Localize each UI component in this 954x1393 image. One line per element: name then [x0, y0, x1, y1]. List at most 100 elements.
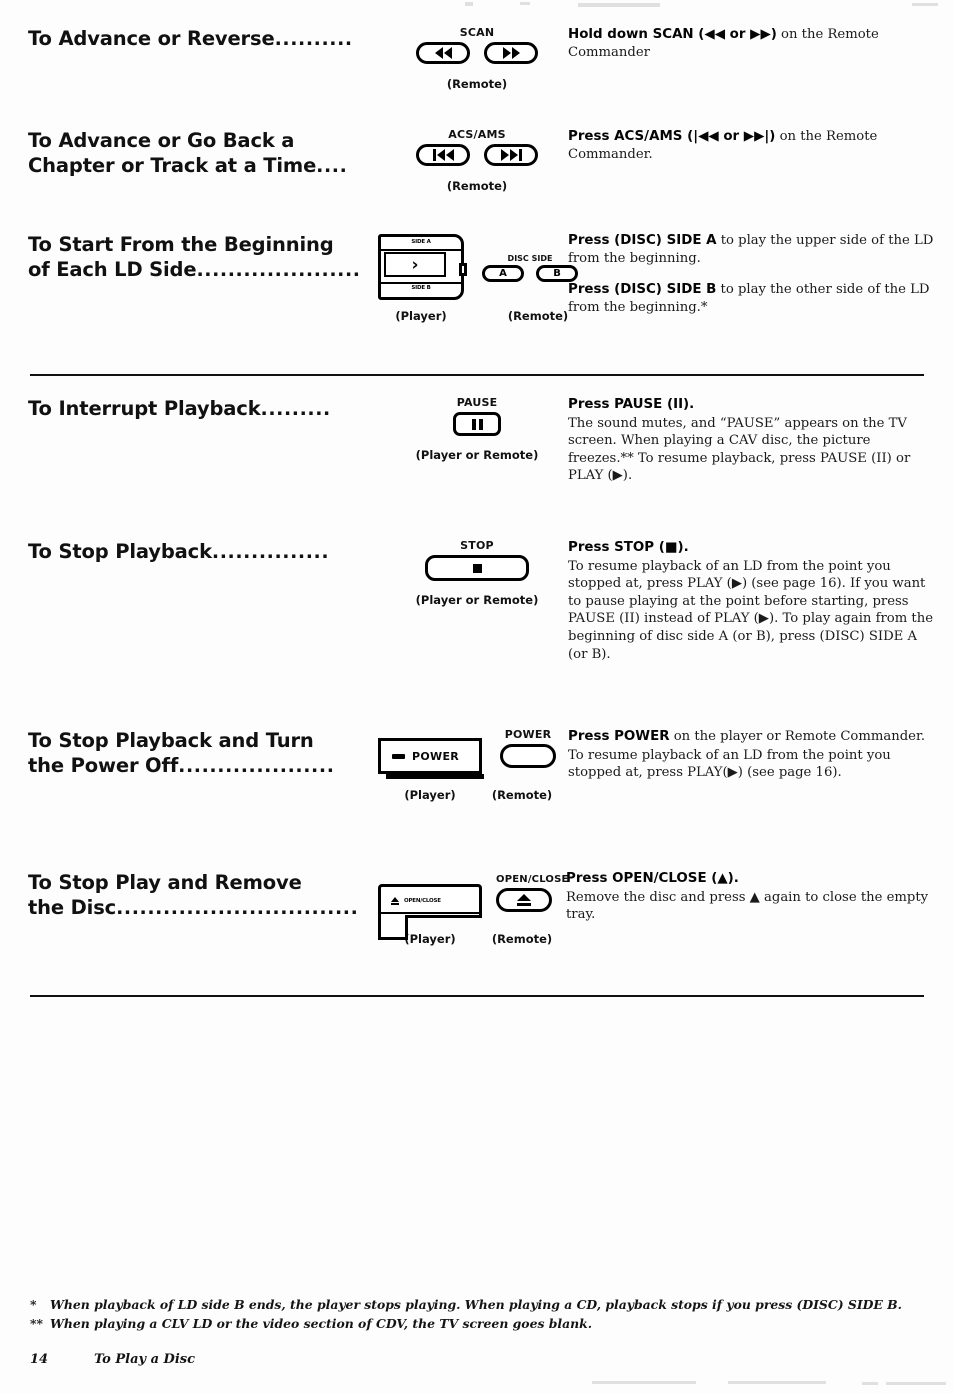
heading-line-1: To Stop Playback and Turn [28, 729, 314, 752]
footnote-marker: ** [30, 1316, 43, 1331]
heading-line-1: To Advance or Go Back a [28, 129, 295, 152]
control-illustration: ACS/AMS (Remote) [372, 128, 564, 193]
section-divider [30, 995, 924, 997]
heading-line-2: the Disc [28, 896, 117, 919]
previous-icon [436, 149, 445, 161]
instruction-paragraph: Press (DISC) SIDE B to play the other si… [568, 281, 940, 316]
player-open-close-label: OPEN/CLOSE [404, 898, 441, 904]
player-power-button[interactable]: POWER [378, 738, 484, 779]
section-heading: To Stop Playback............... [28, 539, 388, 565]
control-label: ACS/AMS [448, 128, 506, 141]
control-illustration: SCAN (Remote) [372, 26, 564, 91]
pause-icon [471, 418, 483, 430]
pause-button[interactable] [453, 412, 501, 436]
section-body: Press POWER on the player or Remote Comm… [568, 728, 940, 782]
scan-artifact [862, 1382, 878, 1385]
fast-forward-icon [511, 47, 520, 59]
page-number: 14 [30, 1352, 49, 1367]
ld-player-illustration: SIDE A › SIDE B [378, 234, 467, 300]
instruction-paragraph: The sound mutes, and “PAUSE” appears on … [568, 415, 911, 484]
running-title: To Play a Disc [94, 1352, 195, 1367]
instruction-paragraph: Hold down SCAN (◀◀ or ▶▶) on the Remote … [568, 26, 940, 61]
instruction-heading: Press PAUSE (II). [568, 396, 940, 414]
control-label: SCAN [459, 26, 495, 39]
control-label: OPEN/CLOSE [496, 874, 569, 885]
source-caption: (Player or Remote) [415, 448, 539, 462]
dot-leader: ......... [260, 398, 331, 420]
control-illustration: OPEN/CLOSE OPEN/CLOSE (Player) (Remote) [378, 870, 568, 946]
scan-forward-button[interactable] [484, 42, 538, 64]
scan-artifact [578, 3, 660, 7]
instruction-paragraph: Remove the disc and press ▲ again to clo… [566, 889, 929, 923]
player-power-label: POWER [412, 749, 460, 763]
eject-icon [517, 894, 531, 906]
dot-leader: ............... [211, 541, 330, 563]
heading-line-2: the Power Off [28, 754, 179, 777]
power-dash-icon [392, 753, 405, 759]
player-open-close-illustration: OPEN/CLOSE [378, 884, 482, 940]
source-caption-remote: (Remote) [491, 932, 553, 946]
dot-leader: .................... [178, 755, 335, 777]
instruction-paragraph: Press (DISC) SIDE A to play the upper si… [568, 232, 940, 267]
section-heading: To Start From the Beginning of Each LD S… [28, 232, 388, 283]
footnote-marker: * [30, 1297, 37, 1312]
section-heading: To Interrupt Playback......... [28, 396, 388, 422]
instruction-lead: Hold down SCAN (◀◀ or ▶▶) [568, 27, 777, 42]
instruction-lead: Press ACS/AMS (|◀◀ or ▶▶|) [568, 129, 776, 144]
footnote-text: When playing a CLV LD or the video secti… [50, 1316, 593, 1331]
remote-open-close-button[interactable] [496, 888, 552, 912]
player-foot [378, 915, 408, 940]
heading-text: To Advance or Reverse [28, 27, 275, 50]
source-caption: (Remote) [446, 179, 508, 193]
heading-text: To Stop Playback [28, 540, 212, 563]
instruction-lead: Press POWER [568, 729, 670, 744]
stop-button[interactable] [425, 555, 529, 581]
control-label: DISC SIDE [507, 254, 553, 263]
dot-leader: ..................... [196, 259, 361, 281]
instruction-paragraph: To resume playback of an LD from the poi… [568, 747, 891, 781]
player-knob [459, 263, 467, 276]
instruction-rest: on the player or Remote Commander. [669, 729, 926, 744]
scan-reverse-button[interactable] [416, 42, 470, 64]
track-bar-icon [518, 149, 522, 161]
source-caption: (Remote) [446, 77, 508, 91]
instruction-paragraph: Press POWER on the player or Remote Comm… [568, 728, 940, 746]
instruction-lead: Press STOP (■). [568, 540, 689, 555]
player-side-a-label: SIDE A [411, 239, 431, 245]
footnote-text: When playback of LD side B ends, the pla… [50, 1297, 902, 1312]
section-body: Press ACS/AMS (|◀◀ or ▶▶|) on the Remote… [568, 128, 940, 163]
instruction-heading: Press OPEN/CLOSE (▲). [566, 870, 938, 888]
remote-power-button[interactable] [500, 744, 556, 768]
player-divider [381, 282, 461, 284]
footnote-double-asterisk: ** When playing a CLV LD or the video sec… [30, 1314, 592, 1333]
source-caption-player: (Player) [404, 788, 456, 802]
heading-line-1: To Stop Play and Remove [28, 871, 302, 894]
acs-ams-next-button[interactable] [484, 144, 538, 166]
instruction-paragraph: To resume playback of an LD from the poi… [568, 558, 934, 662]
control-label: POWER [504, 728, 552, 741]
dot-leader: ............................... [116, 897, 359, 919]
heading-line-2: Chapter or Track at a Time [28, 154, 317, 177]
scan-artifact [728, 1381, 826, 1384]
track-bar-icon [432, 149, 436, 161]
section-divider [30, 374, 924, 376]
source-caption-remote: (Remote) [491, 788, 553, 802]
player-side-b-label: SIDE B [411, 285, 431, 291]
scan-artifact [465, 2, 473, 6]
dot-leader: .... [316, 155, 348, 177]
control-illustration: SIDE A › SIDE B DISC SIDE A B (Player) (… [378, 232, 588, 323]
scan-artifact [886, 1382, 946, 1385]
side-b-label: B [553, 267, 561, 279]
previous-icon [445, 149, 454, 161]
instruction-lead: Press (DISC) SIDE A [568, 233, 717, 248]
heading-line-2: of Each LD Side [28, 258, 197, 281]
control-illustration: PAUSE (Player or Remote) [392, 396, 562, 462]
section-body: Press STOP (■). To resume playback of an… [568, 539, 940, 663]
heading-line-1: To Start From the Beginning [28, 233, 334, 256]
player-divider [381, 249, 461, 251]
player-display-window: › [384, 252, 446, 277]
footnote-single-asterisk: * When playback of LD side B ends, the pl… [30, 1295, 902, 1314]
disc-side-a-button[interactable]: A [482, 265, 524, 282]
fast-forward-icon [502, 47, 511, 59]
acs-ams-previous-button[interactable] [416, 144, 470, 166]
